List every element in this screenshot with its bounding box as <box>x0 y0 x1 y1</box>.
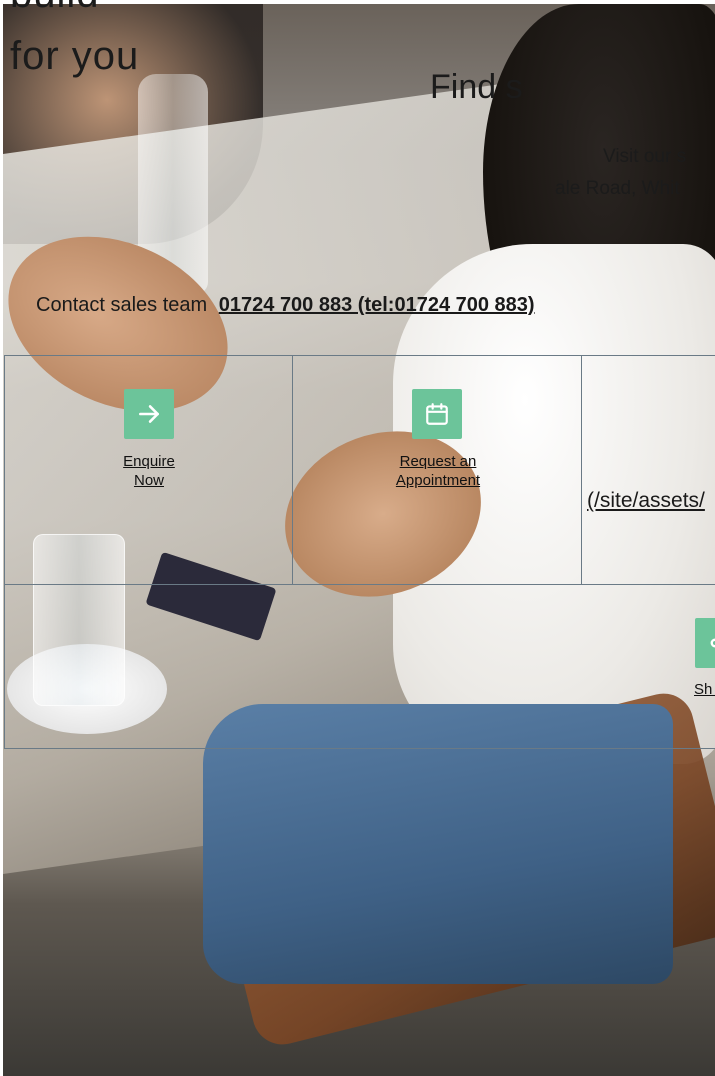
grid-cell-assets <box>581 355 715 585</box>
share-link[interactable]: Sh T <box>694 680 715 699</box>
grid-cell-share <box>4 584 715 749</box>
calendar-icon[interactable] <box>412 389 462 439</box>
action-grid: Enquire Now Request an Appointment (/sit… <box>4 355 715 749</box>
contact-sales: Contact sales team 01724 700 883 (tel:01… <box>36 294 535 317</box>
contact-label: Contact sales team <box>36 294 208 316</box>
find-us-heading: Find s <box>430 68 523 106</box>
address-text: ale Road, Whit <box>555 178 680 199</box>
assets-link[interactable]: (/site/assets/ <box>587 489 705 513</box>
share-icon[interactable] <box>695 618 715 668</box>
hero-title-line1: build <box>10 0 100 17</box>
phone-link[interactable]: 01724 700 883 (tel:01724 700 883) <box>219 294 535 316</box>
visit-text: Visit our s <box>603 146 687 167</box>
enquire-now-link[interactable]: Enquire Now <box>114 452 184 490</box>
arrow-right-icon[interactable] <box>124 389 174 439</box>
hero-title-line2: for you <box>10 34 140 78</box>
request-appointment-link[interactable]: Request an Appointment <box>376 452 500 490</box>
